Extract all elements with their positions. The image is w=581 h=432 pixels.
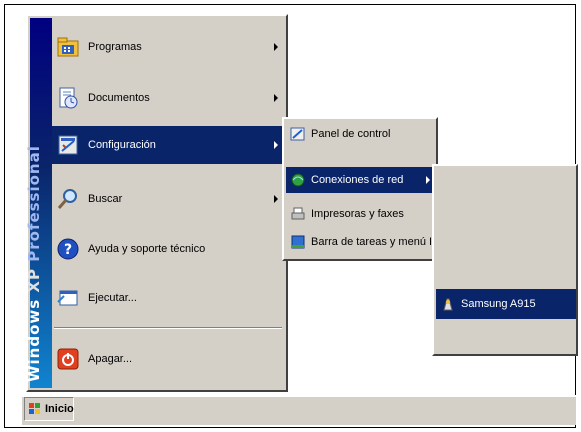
start-item-help[interactable]: ? Ayuda y soporte técnico bbox=[52, 230, 284, 268]
submenu-item-label: Panel de control bbox=[311, 128, 391, 140]
start-item-shutdown[interactable]: Apagar... bbox=[52, 340, 284, 378]
submenu-item-control-panel[interactable]: Panel de control bbox=[286, 121, 434, 147]
submenu-item-label: Conexiones de red bbox=[311, 174, 404, 186]
start-item-settings[interactable]: Configuración bbox=[52, 126, 284, 164]
banner-professional: Professional bbox=[25, 145, 43, 262]
start-item-label: Ayuda y soporte técnico bbox=[88, 243, 206, 255]
submenu-arrow-icon bbox=[426, 176, 430, 184]
start-menu: Windows XP Professional Programas Docume… bbox=[25, 14, 288, 392]
start-menu-separator bbox=[54, 327, 282, 329]
start-item-label: Apagar... bbox=[88, 353, 133, 365]
svg-text:?: ? bbox=[64, 242, 72, 258]
start-item-label: Programas bbox=[88, 41, 142, 53]
start-item-programs[interactable]: Programas bbox=[52, 28, 284, 66]
start-button-label: Inicio bbox=[45, 403, 74, 415]
start-item-label: Ejecutar... bbox=[88, 292, 137, 304]
start-menu-banner: Windows XP Professional bbox=[25, 18, 52, 388]
start-item-label: Configuración bbox=[88, 139, 156, 151]
settings-submenu: Panel de control Conexiones de red Impre… bbox=[282, 117, 455, 261]
run-icon bbox=[56, 286, 80, 310]
start-button[interactable]: Inicio bbox=[24, 397, 74, 421]
submenu-arrow-icon bbox=[274, 141, 278, 149]
start-item-documents[interactable]: Documentos bbox=[52, 79, 284, 117]
network-connections-icon bbox=[290, 172, 306, 188]
modem-connection-icon bbox=[440, 296, 456, 312]
taskbar-icon bbox=[290, 234, 306, 250]
submenu-arrow-icon bbox=[274, 195, 278, 203]
windows-logo-icon bbox=[28, 402, 42, 416]
documents-icon bbox=[56, 86, 80, 110]
banner-text: Windows XP Professional bbox=[25, 145, 43, 382]
submenu-item-label: Samsung A915 bbox=[461, 298, 536, 310]
settings-icon bbox=[56, 133, 80, 157]
submenu-item-printers[interactable]: Impresoras y faxes bbox=[286, 201, 434, 227]
shutdown-icon bbox=[56, 347, 80, 371]
submenu-arrow-icon bbox=[274, 43, 278, 51]
start-item-label: Documentos bbox=[88, 92, 150, 104]
network-item-samsung[interactable]: Samsung A915 bbox=[436, 289, 576, 319]
search-icon bbox=[56, 187, 80, 211]
network-submenu: Samsung A915 bbox=[432, 164, 578, 356]
start-item-run[interactable]: Ejecutar... bbox=[52, 279, 284, 317]
start-item-search[interactable]: Buscar bbox=[52, 180, 284, 218]
submenu-item-label: Impresoras y faxes bbox=[311, 208, 404, 220]
programs-folder-icon bbox=[56, 35, 80, 59]
submenu-item-taskbar[interactable]: Barra de tareas y menú Inicio bbox=[286, 229, 455, 255]
submenu-arrow-icon bbox=[274, 94, 278, 102]
printers-icon bbox=[290, 206, 306, 222]
help-icon: ? bbox=[56, 237, 80, 261]
banner-windows: Windows bbox=[25, 298, 43, 382]
taskbar bbox=[22, 395, 576, 425]
submenu-item-network-connections[interactable]: Conexiones de red bbox=[286, 167, 436, 193]
banner-xp: XP bbox=[25, 268, 43, 293]
start-item-label: Buscar bbox=[88, 193, 123, 205]
control-panel-icon bbox=[290, 126, 306, 142]
